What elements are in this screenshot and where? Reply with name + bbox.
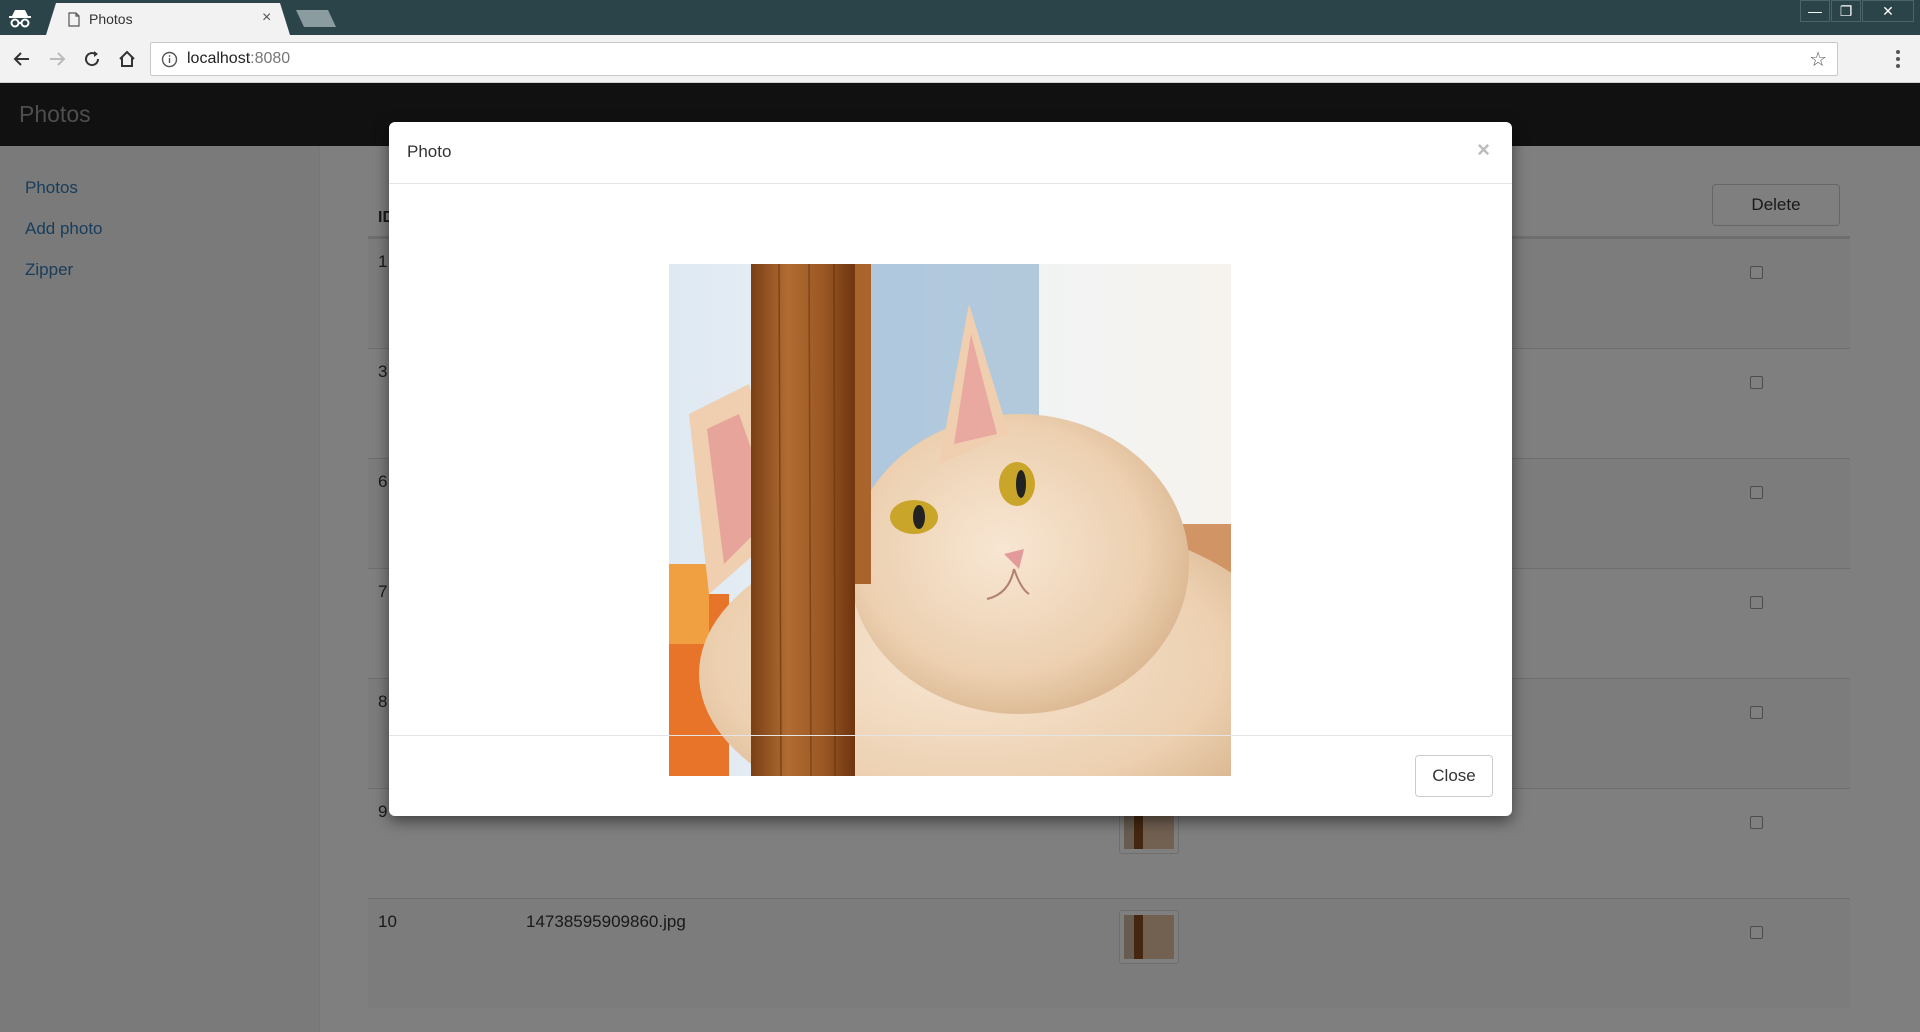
new-tab-button[interactable] [296, 10, 336, 27]
star-icon[interactable]: ☆ [1809, 47, 1827, 72]
browser-tab[interactable]: Photos × [46, 3, 290, 35]
cat-photo-image [669, 264, 1231, 776]
modal-title: Photo [407, 142, 452, 161]
browser-toolbar: localhost:8080 ☆ [0, 35, 1920, 83]
close-button[interactable]: Close [1415, 755, 1493, 797]
modal-close-icon[interactable]: × [1477, 137, 1490, 163]
reload-icon[interactable] [80, 47, 104, 71]
home-icon[interactable] [115, 47, 139, 71]
photo-modal: Photo × Close [389, 122, 1512, 816]
forward-icon[interactable] [45, 47, 69, 71]
cat-photo [669, 264, 1231, 776]
incognito-icon [9, 10, 31, 28]
restore-button[interactable]: ❐ [1831, 0, 1861, 22]
address-bar[interactable]: localhost:8080 ☆ [150, 42, 1838, 76]
modal-footer: Close [389, 735, 1512, 816]
url-text: localhost:8080 [187, 50, 291, 67]
document-icon [68, 12, 80, 27]
browser-titlebar: Photos × — ❐ ✕ [0, 0, 1920, 35]
tab-close-icon[interactable]: × [262, 9, 271, 27]
tab-title: Photos [89, 11, 133, 27]
info-icon[interactable] [161, 51, 178, 68]
window-close-button[interactable]: ✕ [1862, 0, 1914, 22]
modal-header: Photo × [389, 122, 1512, 184]
menu-icon[interactable] [1890, 47, 1906, 71]
back-icon[interactable] [10, 47, 34, 71]
minimize-button[interactable]: — [1800, 0, 1830, 22]
